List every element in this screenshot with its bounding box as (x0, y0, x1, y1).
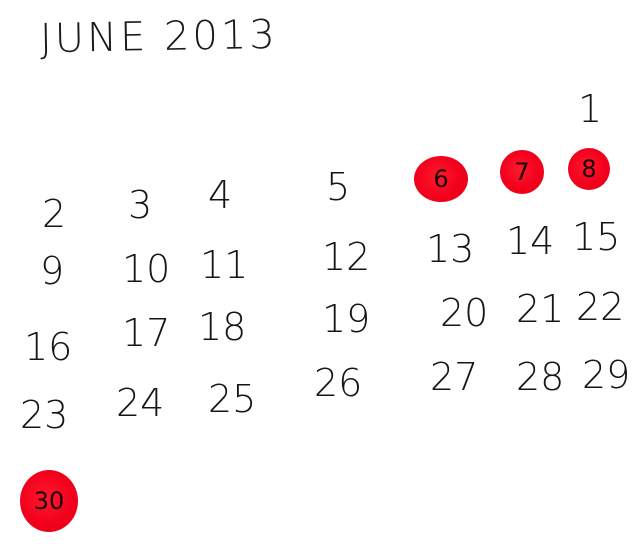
day-11: 11 (200, 243, 249, 287)
day-2: 2 (42, 192, 67, 236)
day-14: 14 (506, 219, 555, 263)
day-3: 3 (128, 183, 153, 227)
day-8: 8 (581, 155, 597, 183)
day-19: 19 (322, 297, 371, 341)
day-22: 22 (576, 285, 625, 329)
calendar-page: JUNE 2013 1 2 3 4 5 6 7 8 9 10 11 12 13 … (0, 0, 640, 549)
day-5: 5 (326, 165, 351, 209)
day-6-highlight: 6 (414, 156, 468, 202)
day-10: 10 (122, 247, 171, 291)
day-8-highlight: 8 (568, 148, 610, 190)
day-20: 20 (440, 291, 489, 335)
day-24: 24 (116, 381, 165, 425)
day-7-highlight: 7 (500, 150, 544, 194)
day-15: 15 (572, 215, 621, 259)
day-4: 4 (208, 173, 233, 217)
day-18: 18 (198, 305, 247, 349)
day-21: 21 (516, 287, 565, 331)
day-12: 12 (322, 235, 371, 279)
day-17: 17 (122, 311, 171, 355)
day-23: 23 (20, 393, 69, 437)
day-16: 16 (24, 325, 73, 369)
day-27: 27 (430, 355, 479, 399)
day-30-highlight: 30 (20, 470, 78, 532)
day-13: 13 (426, 227, 475, 271)
day-1: 1 (578, 87, 603, 131)
month-title: JUNE 2013 (39, 11, 279, 63)
day-6: 6 (433, 165, 449, 193)
day-30: 30 (33, 487, 65, 515)
day-25: 25 (208, 377, 257, 421)
day-9: 9 (40, 249, 65, 293)
day-7: 7 (514, 158, 530, 186)
day-29: 29 (582, 353, 631, 397)
day-26: 26 (314, 361, 363, 405)
day-28: 28 (516, 355, 565, 399)
